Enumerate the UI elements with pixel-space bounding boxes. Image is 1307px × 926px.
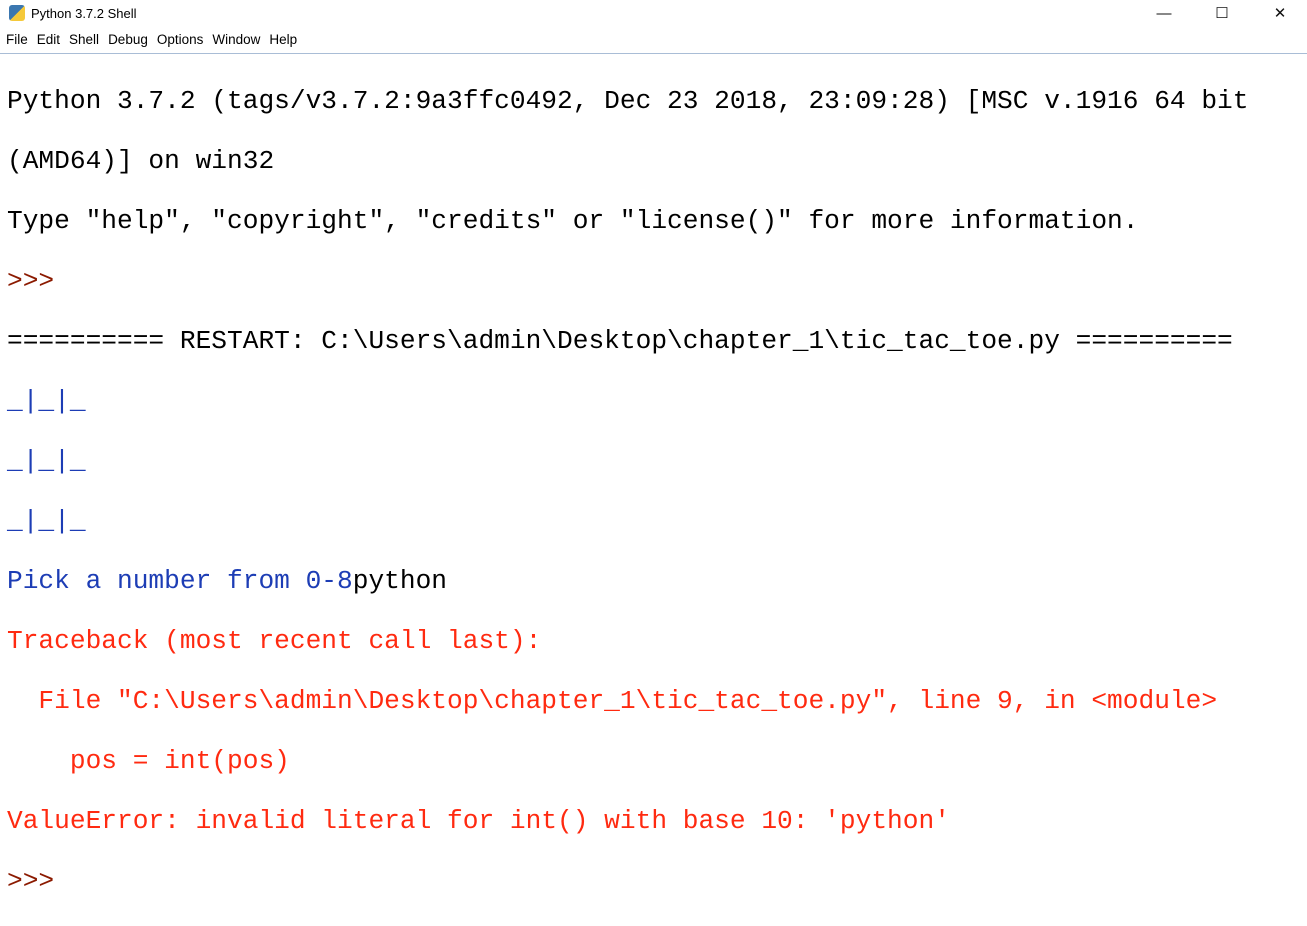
traceback-line: Traceback (most recent call last): [7,626,542,656]
menu-file[interactable]: File [6,32,28,47]
menu-window[interactable]: Window [212,32,260,47]
input-line: Pick a number from 0-8python [7,566,1307,596]
restart-line: ========== RESTART: C:\Users\admin\Deskt… [7,326,1233,356]
user-input: python [352,566,448,596]
board-row: _|_|_ [7,386,86,416]
title-bar: Python 3.7.2 Shell — ☐ ✕ [0,0,1307,26]
error-line: ValueError: invalid literal for int() wi… [7,806,950,836]
menu-edit[interactable]: Edit [37,32,60,47]
banner-line: Type "help", "copyright", "credits" or "… [7,206,1139,236]
menu-debug[interactable]: Debug [108,32,148,47]
menu-help[interactable]: Help [269,32,297,47]
banner-line: Python 3.7.2 (tags/v3.7.2:9a3ffc0492, De… [7,86,1249,116]
pick-prompt: Pick a number from 0-8 [7,566,353,596]
python-icon [9,5,25,21]
traceback-line: pos = int(pos) [7,746,290,776]
board-row: _|_|_ [7,446,86,476]
close-button[interactable]: ✕ [1257,0,1303,26]
banner-line: (AMD64)] on win32 [7,146,275,176]
menu-options[interactable]: Options [157,32,204,47]
window-title: Python 3.7.2 Shell [31,5,137,21]
prompt: >>> [7,266,55,296]
menu-shell[interactable]: Shell [69,32,99,47]
menu-bar: File Edit Shell Debug Options Window Hel… [0,26,1307,54]
prompt: >>> [7,866,55,896]
traceback-line: File "C:\Users\admin\Desktop\chapter_1\t… [7,686,1218,716]
board-row: _|_|_ [7,506,86,536]
maximize-button[interactable]: ☐ [1199,0,1245,26]
shell-output[interactable]: Python 3.7.2 (tags/v3.7.2:9a3ffc0492, De… [0,54,1307,926]
minimize-button[interactable]: — [1141,0,1187,26]
